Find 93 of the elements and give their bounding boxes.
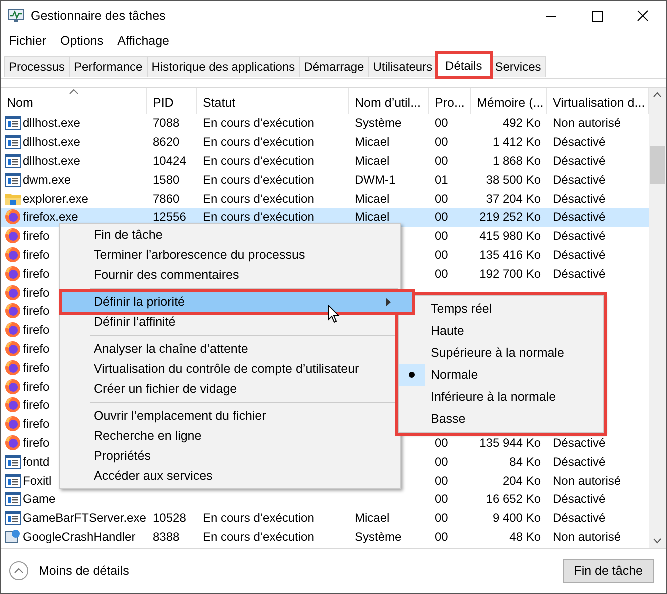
user-cell: Micael (355, 210, 390, 224)
name-cell: fontd (23, 454, 50, 469)
name-cell: firefo (23, 304, 50, 318)
name-cell: firefo (23, 342, 50, 356)
pid-cell: 1580 (153, 172, 180, 187)
pid-cell: 7088 (153, 116, 180, 130)
virtualization-cell: Désactivé (553, 210, 606, 224)
name-cell: firefo (23, 436, 50, 450)
name-cell: firefo (23, 360, 50, 375)
name-cell: Game (23, 492, 56, 506)
name-cell: dwm.exe (23, 172, 72, 187)
status-cell: En cours d’exécution (203, 192, 314, 206)
virtualization-cell: Désactivé (553, 248, 606, 262)
status-cell: En cours d’exécution (203, 154, 314, 168)
name-cell: dllhost.exe (23, 154, 80, 168)
virtualization-cell: Désactivé (553, 511, 606, 526)
virtualization-cell: Non autorisé (553, 116, 622, 130)
name-cell: GameBarFTServer.exe (23, 511, 146, 526)
virtualization-cell: Désactivé (553, 192, 606, 206)
memory-cell: 135 944 Ko (480, 436, 541, 450)
memory-cell: 48 Ko (510, 530, 541, 544)
name-cell: dllhost.exe (23, 135, 80, 150)
pid-cell: 12556 (153, 210, 186, 224)
cpu-cell: 00 (435, 154, 448, 168)
virtualization-cell: Désactivé (553, 135, 606, 150)
memory-cell: 1 868 Ko (492, 154, 541, 168)
memory-cell: 219 252 Ko (480, 210, 541, 224)
cpu-cell: 00 (435, 492, 448, 506)
memory-cell: 204 Ko (502, 474, 541, 488)
name-cell: Foxitl (23, 474, 52, 488)
status-cell: En cours d’exécution (203, 116, 314, 130)
name-cell: explorer.exe (23, 192, 88, 206)
window-title: Gestionnaire des tâches (31, 9, 167, 23)
virtualization-cell: Désactivé (553, 266, 606, 281)
virtualization-cell: Désactivé (553, 492, 606, 506)
name-cell: firefo (23, 398, 50, 412)
memory-cell: 1 412 Ko (492, 135, 541, 150)
name-cell: firefo (23, 266, 50, 281)
pid-cell: 8620 (153, 135, 180, 150)
virtualization-cell: Désactivé (553, 454, 606, 469)
name-cell: firefo (23, 286, 50, 300)
user-cell: Micael (355, 511, 390, 526)
memory-cell: 492 Ko (502, 116, 541, 130)
virtualization-cell: Désactivé (553, 436, 606, 450)
name-cell: firefo (23, 417, 50, 432)
user-cell: Micael (355, 192, 390, 206)
cpu-cell: 00 (435, 454, 448, 469)
status-cell: En cours d’exécution (203, 210, 314, 224)
name-cell: firefo (23, 248, 50, 262)
memory-cell: 38 500 Ko (486, 172, 541, 187)
name-cell: firefo (23, 380, 50, 394)
cpu-cell: 00 (435, 229, 448, 244)
status-cell: En cours d’exécution (203, 530, 314, 544)
pid-cell: 7860 (153, 192, 180, 206)
memory-cell: 9 400 Ko (492, 511, 541, 526)
status-cell: En cours d’exécution (203, 172, 314, 187)
status-cell: En cours d’exécution (203, 135, 314, 150)
cpu-cell: 00 (435, 135, 448, 150)
cpu-cell: 00 (435, 266, 448, 281)
cpu-cell: 00 (435, 116, 448, 130)
user-cell: Micael (355, 135, 390, 150)
cpu-cell: 00 (435, 530, 448, 544)
pid-cell: 8388 (153, 530, 180, 544)
user-cell: DWM-1 (355, 172, 396, 187)
pid-cell: 10528 (153, 511, 186, 526)
memory-cell: 415 980 Ko (480, 229, 541, 244)
name-cell: dllhost.exe (23, 116, 80, 130)
virtualization-cell: Non autorisé (553, 474, 622, 488)
virtualization-cell: Désactivé (553, 229, 606, 244)
status-cell: En cours d’exécution (203, 511, 314, 526)
cpu-cell: 01 (435, 172, 448, 187)
memory-cell: 84 Ko (510, 454, 541, 469)
memory-cell: 192 700 Ko (480, 266, 541, 281)
cpu-cell: 00 (435, 248, 448, 262)
virtualization-cell: Désactivé (553, 154, 606, 168)
cpu-cell: 00 (435, 511, 448, 526)
user-cell: Système (355, 116, 402, 130)
name-cell: GoogleCrashHandler (23, 530, 136, 544)
pid-cell: 10424 (153, 154, 186, 168)
name-cell: firefox.exe (23, 210, 78, 224)
cpu-cell: 00 (435, 436, 448, 450)
memory-cell: 37 204 Ko (486, 192, 541, 206)
cpu-cell: 00 (435, 474, 448, 488)
memory-cell: 16 652 Ko (486, 492, 541, 506)
name-cell: firefo (23, 323, 50, 338)
user-cell: Système (355, 530, 402, 544)
cpu-cell: 00 (435, 192, 448, 206)
virtualization-cell: Non autorisé (553, 530, 622, 544)
cpu-cell: 00 (435, 210, 448, 224)
name-cell: firefo (23, 229, 50, 244)
user-cell: Micael (355, 154, 390, 168)
memory-cell: 135 416 Ko (480, 248, 541, 262)
virtualization-cell: Désactivé (553, 172, 606, 187)
